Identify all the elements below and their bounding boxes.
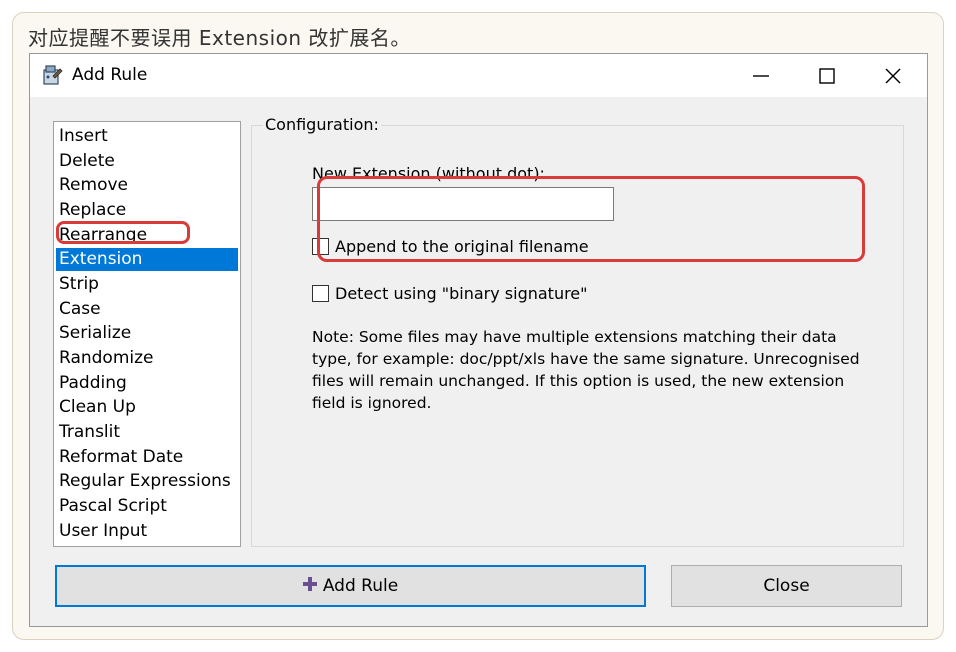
rule-item-insert[interactable]: Insert bbox=[56, 125, 238, 148]
append-checkbox[interactable] bbox=[312, 238, 329, 255]
add-rule-button[interactable]: Add Rule bbox=[55, 565, 646, 607]
new-extension-label: New Extension (without dot): bbox=[312, 164, 545, 183]
minimize-icon bbox=[753, 75, 769, 77]
rule-item-randomize[interactable]: Randomize bbox=[56, 347, 238, 370]
caption-text: 对应提醒不要误用 Extension 改扩展名。 bbox=[28, 26, 411, 50]
close-button[interactable]: Close bbox=[671, 565, 902, 607]
detect-signature-label: Detect using "binary signature" bbox=[335, 284, 588, 303]
detect-signature-checkbox[interactable] bbox=[312, 285, 329, 302]
window-title: Add Rule bbox=[72, 65, 148, 85]
rule-item-translit[interactable]: Translit bbox=[56, 421, 238, 444]
rule-wizard-icon bbox=[41, 64, 63, 86]
append-label: Append to the original filename bbox=[335, 237, 589, 256]
add-rule-dialog: Add Rule Insert Delete Remove Replace Re… bbox=[29, 53, 928, 627]
rule-item-regular-expressions[interactable]: Regular Expressions bbox=[56, 470, 238, 493]
close-icon bbox=[885, 68, 901, 84]
rule-item-pascal-script[interactable]: Pascal Script bbox=[56, 495, 238, 518]
rule-item-remove[interactable]: Remove bbox=[56, 174, 238, 197]
note-text: Note: Some files may have multiple exten… bbox=[312, 328, 860, 412]
rule-item-delete[interactable]: Delete bbox=[56, 150, 238, 173]
minimize-button[interactable] bbox=[728, 54, 794, 97]
title-bar: Add Rule bbox=[30, 54, 927, 97]
maximize-icon bbox=[819, 68, 835, 84]
close-window-button[interactable] bbox=[860, 54, 926, 97]
rule-item-padding[interactable]: Padding bbox=[56, 372, 238, 395]
new-extension-input[interactable] bbox=[312, 187, 614, 221]
plus-icon bbox=[302, 567, 317, 605]
rule-item-case[interactable]: Case bbox=[56, 298, 238, 321]
rule-item-reformat-date[interactable]: Reformat Date bbox=[56, 446, 238, 469]
add-rule-label: Add Rule bbox=[322, 576, 399, 596]
rule-item-extension[interactable]: Extension bbox=[56, 248, 238, 271]
maximize-button[interactable] bbox=[794, 54, 860, 97]
rule-type-list[interactable]: Insert Delete Remove Replace Rearrange E… bbox=[53, 121, 241, 547]
rule-item-user-input[interactable]: User Input bbox=[56, 520, 238, 543]
configuration-label: Configuration: bbox=[263, 115, 381, 134]
rule-item-strip[interactable]: Strip bbox=[56, 273, 238, 296]
rule-item-replace[interactable]: Replace bbox=[56, 199, 238, 222]
rule-item-serialize[interactable]: Serialize bbox=[56, 322, 238, 345]
rule-item-clean-up[interactable]: Clean Up bbox=[56, 396, 238, 419]
rule-item-rearrange[interactable]: Rearrange bbox=[56, 224, 238, 247]
